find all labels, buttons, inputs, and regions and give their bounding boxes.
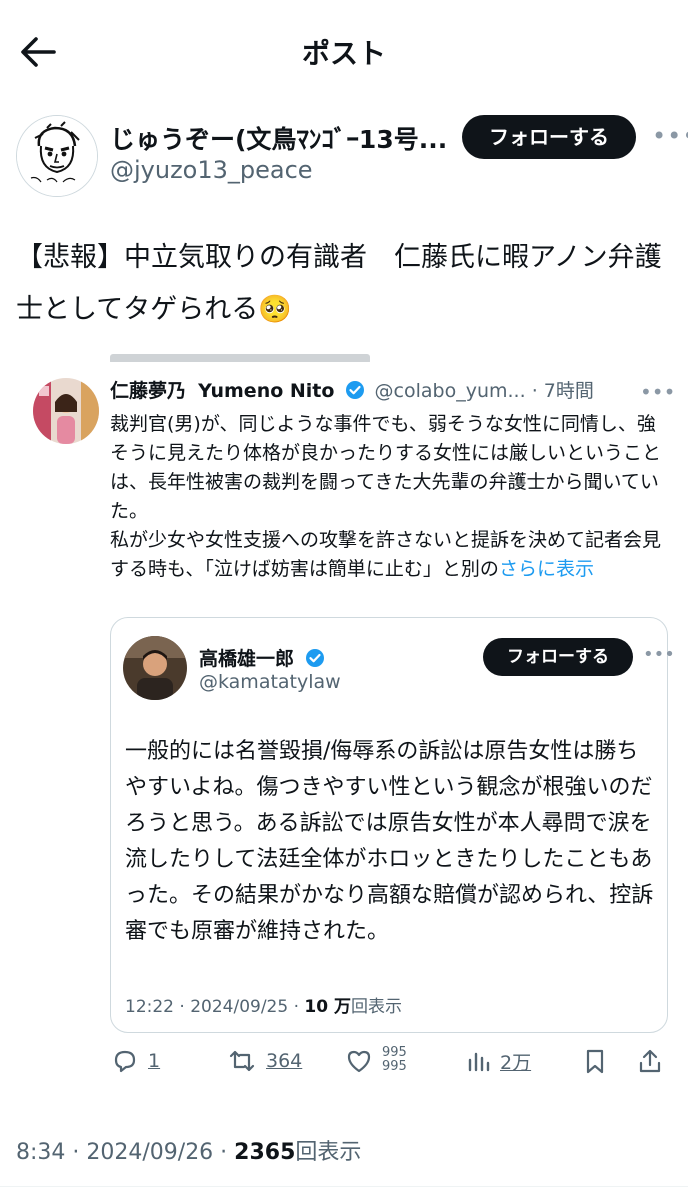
retweet-body: 裁判官(男)が、同じような事件でも、弱そうな女性に同情し、強そうに見えたり体格が… — [110, 413, 662, 580]
post-views: 2365 — [234, 1140, 296, 1165]
post-meta: 8:34 · 2024/09/26 · 2365回表示 — [16, 1134, 361, 1166]
post-time-date: 8:34 · 2024/09/26 · — [16, 1140, 235, 1165]
reply-button[interactable]: 1 — [110, 1040, 160, 1082]
share-icon — [639, 1049, 661, 1073]
quoted-follow-button[interactable]: フォローする — [483, 638, 633, 676]
reply-icon — [114, 1050, 136, 1073]
divider — [0, 1186, 688, 1187]
retweet-more-options-icon[interactable]: ••• — [640, 380, 675, 404]
bookmark-icon — [586, 1049, 604, 1074]
verified-badge-icon — [305, 649, 324, 667]
verified-badge-icon — [345, 381, 364, 399]
repost-icon — [229, 1050, 255, 1072]
top-bar: ポスト — [0, 0, 688, 100]
quoted-tweet[interactable]: 高橋雄一郎 @kamatatylaw フォローする ••• 一般的には名誉毀損/… — [110, 617, 675, 1033]
profile-photo-image — [123, 636, 187, 700]
like-count-rolling: 995 995 — [382, 1046, 407, 1076]
retweet-time: · 7時間 — [531, 380, 594, 402]
quoted-more-options-icon[interactable]: ••• — [643, 644, 675, 665]
reply-count: 1 — [148, 1050, 161, 1072]
follow-button[interactable]: フォローする — [462, 115, 636, 159]
action-bar: 1 364 995 995 2万 — [110, 1040, 670, 1082]
quoted-views-label: 回表示 — [350, 997, 402, 1017]
post-views-label: 回表示 — [295, 1140, 362, 1165]
quoted-avatar[interactable] — [123, 636, 187, 700]
repost-count: 364 — [266, 1050, 303, 1072]
views-chart-icon — [468, 1052, 490, 1072]
retweet-header: 仁藤夢乃 Yumeno Nito @colabo_yum... · 7時間 — [110, 376, 670, 406]
more-options-icon[interactable]: ••• — [652, 122, 688, 150]
quoted-meta: 12:22 · 2024/09/25 · 10 万回表示 — [125, 992, 402, 1017]
profile-photo-image — [33, 378, 99, 444]
quoted-views: 10 万 — [304, 997, 351, 1017]
views-count: 2万 — [500, 1051, 532, 1074]
quoted-author-name-text: 高橋雄一郎 — [199, 648, 295, 670]
quoted-author-name[interactable]: 高橋雄一郎 — [199, 644, 329, 671]
heart-icon — [347, 1050, 371, 1073]
like-button[interactable]: 995 995 — [344, 1040, 407, 1082]
retweet-author-name-en[interactable]: Yumeno Nito — [198, 380, 334, 402]
avatar[interactable] — [16, 115, 98, 197]
sketch-portrait-image — [17, 116, 97, 196]
repost-button[interactable]: 364 — [226, 1040, 302, 1082]
share-button[interactable] — [636, 1040, 664, 1082]
cropped-text-fragment — [110, 352, 370, 362]
like-count-top: 995 — [382, 1046, 407, 1060]
quoted-time-date: 12:22 · 2024/09/25 · — [125, 997, 305, 1017]
author-name[interactable]: じゅうぞー(文鳥ﾏﾝｺﾞｰ13号... — [110, 120, 450, 156]
retweet-avatar — [33, 378, 99, 444]
quoted-text: 一般的には名誉毀損/侮辱系の訴訟は原告女性は勝ちやすいよね。傷つきやすい性という… — [125, 739, 654, 944]
like-count-bottom: 995 — [382, 1059, 407, 1074]
retweet-author-name[interactable]: 仁藤夢乃 — [110, 380, 186, 402]
bookmark-button[interactable] — [582, 1040, 608, 1082]
views-button[interactable]: 2万 — [464, 1040, 531, 1082]
retweet-author-handle[interactable]: @colabo_yum... — [375, 380, 526, 402]
retweet-text: 裁判官(男)が、同じような事件でも、弱そうな女性に同情し、強そうに見えたり体格が… — [110, 410, 670, 584]
post-text: 【悲報】中立気取りの有識者 仁藤氏に暇アノン弁護士としてタゲられる🥺 — [16, 242, 662, 325]
quoted-author-handle[interactable]: @kamatatylaw — [199, 671, 341, 693]
page-title: ポスト — [301, 37, 386, 70]
author-handle[interactable]: @jyuzo13_peace — [110, 156, 313, 184]
show-more-link[interactable]: さらに表示 — [499, 558, 594, 580]
